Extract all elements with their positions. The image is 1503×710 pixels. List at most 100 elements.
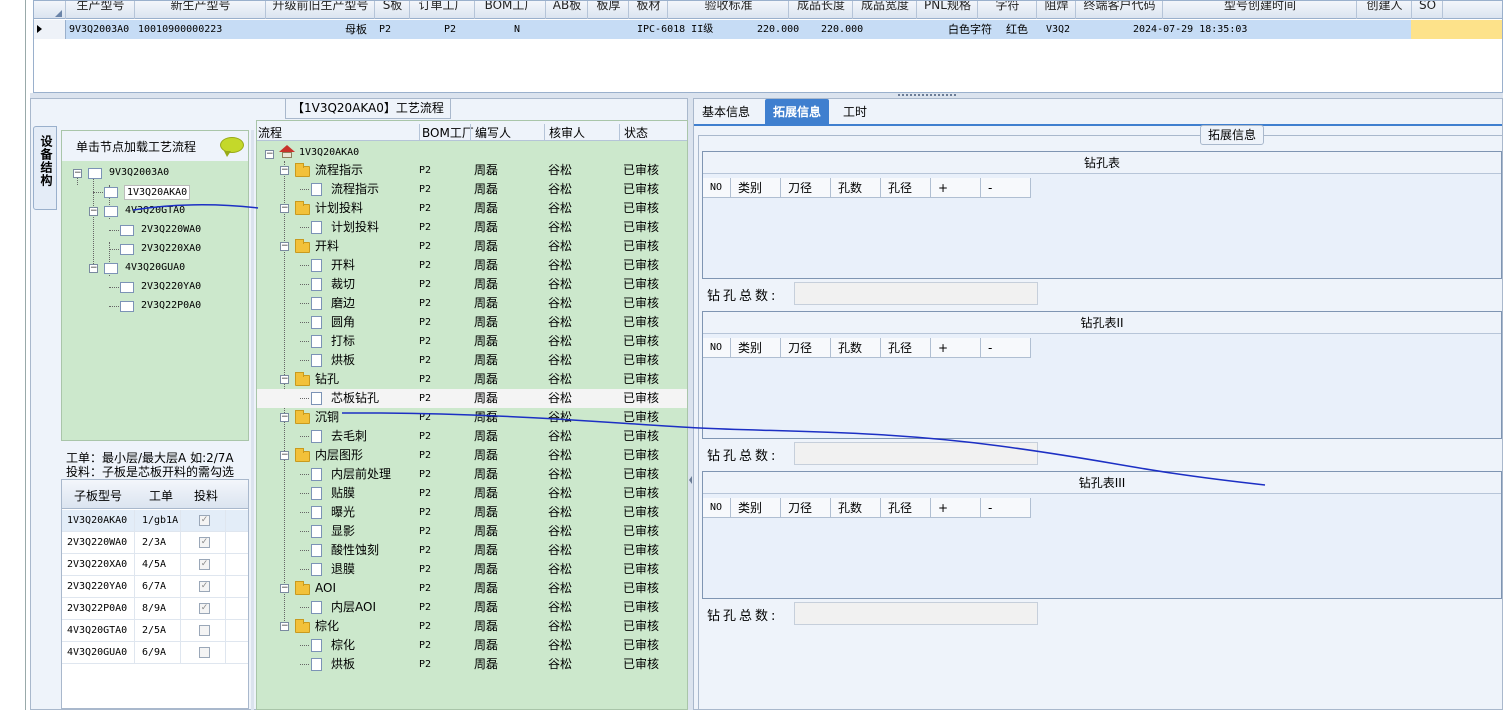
flow-reviewer[interactable]: 谷松: [548, 161, 572, 180]
flow-writer[interactable]: 周磊: [474, 522, 498, 541]
flow-step-name[interactable]: 退膜: [331, 560, 355, 579]
flow-status[interactable]: 已审核: [623, 313, 659, 332]
table-row[interactable]: 2V3Q220YA0 6/7A ✓: [62, 576, 248, 598]
flow-reviewer[interactable]: 谷松: [548, 199, 572, 218]
flow-step-row[interactable]: 内层前处理 P2 周磊 谷松 已审核: [257, 465, 687, 484]
cell-character[interactable]: 白色字符: [948, 20, 992, 39]
feed-checkbox[interactable]: ✓: [199, 581, 210, 592]
flow-reviewer[interactable]: 谷松: [548, 522, 572, 541]
flow-step-row[interactable]: 圆角 P2 周磊 谷松 已审核: [257, 313, 687, 332]
flow-writer[interactable]: 周磊: [474, 199, 498, 218]
tree-expander[interactable]: −: [280, 204, 289, 213]
flow-writer[interactable]: 周磊: [474, 161, 498, 180]
flow-step-row[interactable]: 开料 P2 周磊 谷松 已审核: [257, 256, 687, 275]
flow-reviewer[interactable]: 谷松: [548, 218, 572, 237]
flow-step-name[interactable]: 圆角: [331, 313, 355, 332]
vertical-tab-structure[interactable]: 设备结构: [33, 126, 57, 210]
cell-sub-model[interactable]: 4V3Q20GTA0: [67, 620, 127, 642]
flow-factory[interactable]: P2: [419, 541, 431, 560]
flow-group-row[interactable]: − 流程指示 P2 周磊 谷松 已审核: [257, 161, 687, 180]
cell-sub-model[interactable]: 2V3Q220WA0: [67, 532, 127, 554]
flow-step-name[interactable]: 芯板钻孔: [331, 389, 379, 408]
drill-col-header[interactable]: 孔径: [881, 498, 931, 518]
cell-created-time[interactable]: 2024-07-29 18:35:03: [1133, 20, 1247, 39]
cell-model[interactable]: 9V3Q2003A0: [69, 20, 129, 39]
flow-writer[interactable]: 周磊: [474, 351, 498, 370]
flow-status[interactable]: 已审核: [623, 427, 659, 446]
flow-step-row[interactable]: 计划投料 P2 周磊 谷松 已审核: [257, 218, 687, 237]
flow-writer[interactable]: 周磊: [474, 237, 498, 256]
tab-basic-info[interactable]: 基本信息: [694, 99, 758, 125]
flow-factory[interactable]: P2: [419, 617, 431, 636]
flow-status[interactable]: 已审核: [623, 579, 659, 598]
tree-expander[interactable]: −: [265, 150, 274, 159]
flow-factory[interactable]: P2: [419, 579, 431, 598]
drill-col-header[interactable]: 刀径: [781, 498, 831, 518]
drill-col-header[interactable]: NO: [703, 178, 731, 198]
tree-expander[interactable]: −: [89, 207, 98, 216]
flow-reviewer[interactable]: 谷松: [548, 294, 572, 313]
cell-bom-factory[interactable]: P2: [444, 20, 456, 39]
flow-step-name[interactable]: AOI: [315, 579, 336, 598]
col-feed[interactable]: 投料: [194, 487, 218, 504]
flow-factory[interactable]: P2: [419, 598, 431, 617]
tree-node[interactable]: 2V3Q220WA0: [141, 224, 201, 235]
flow-status[interactable]: 已审核: [623, 351, 659, 370]
col-flow-reviewer[interactable]: 核审人: [544, 124, 585, 141]
flow-step-row[interactable]: 打标 P2 周磊 谷松 已审核: [257, 332, 687, 351]
col-customer-code[interactable]: 终端客户代码: [1077, 1, 1163, 19]
col-flow-writer[interactable]: 编写人: [470, 124, 511, 141]
flow-status[interactable]: 已审核: [623, 180, 659, 199]
flow-status[interactable]: 已审核: [623, 199, 659, 218]
flow-writer[interactable]: 周磊: [474, 256, 498, 275]
flow-reviewer[interactable]: 谷松: [548, 180, 572, 199]
flow-group-row[interactable]: − 开料 P2 周磊 谷松 已审核: [257, 237, 687, 256]
flow-reviewer[interactable]: 谷松: [548, 275, 572, 294]
tree-expander[interactable]: −: [280, 242, 289, 251]
flow-factory[interactable]: P2: [419, 294, 431, 313]
col-new-model[interactable]: 新生产型号: [136, 1, 266, 19]
col-standard[interactable]: 验收标准: [669, 1, 789, 19]
flow-step-name[interactable]: 打标: [331, 332, 355, 351]
col-model[interactable]: 生产型号: [67, 1, 135, 19]
col-work-order[interactable]: 工单: [149, 487, 173, 504]
feed-checkbox[interactable]: ✓: [199, 559, 210, 570]
tab-extended-info[interactable]: 拓展信息: [765, 99, 830, 125]
flow-writer[interactable]: 周磊: [474, 484, 498, 503]
flow-reviewer[interactable]: 谷松: [548, 370, 572, 389]
drill-col-header[interactable]: NO: [703, 338, 731, 358]
cell-board-type[interactable]: 母板: [345, 20, 367, 39]
drill-col-header[interactable]: 类别: [731, 338, 781, 358]
flow-status[interactable]: 已审核: [623, 446, 659, 465]
flow-factory[interactable]: P2: [419, 446, 431, 465]
flow-group-row[interactable]: − 内层图形 P2 周磊 谷松 已审核: [257, 446, 687, 465]
flow-step-name[interactable]: 棕化: [331, 636, 355, 655]
feed-checkbox[interactable]: [199, 625, 210, 636]
flow-reviewer[interactable]: 谷松: [548, 237, 572, 256]
drill-col-header[interactable]: +: [931, 498, 981, 518]
flow-factory[interactable]: P2: [419, 313, 431, 332]
flow-step-row[interactable]: 去毛刺 P2 周磊 谷松 已审核: [257, 427, 687, 446]
tree-node-selected[interactable]: 1V3Q20AKA0: [124, 185, 191, 200]
flow-writer[interactable]: 周磊: [474, 218, 498, 237]
drill-col-header[interactable]: -: [981, 498, 1031, 518]
cell-work-order[interactable]: 6/9A: [142, 642, 166, 664]
flow-step-row[interactable]: 退膜 P2 周磊 谷松 已审核: [257, 560, 687, 579]
tree-node[interactable]: 2V3Q220YA0: [141, 281, 201, 292]
table-row[interactable]: 2V3Q220XA0 4/5A ✓: [62, 554, 248, 576]
table-row[interactable]: 2V3Q220WA0 2/3A ✓: [62, 532, 248, 554]
cell-width[interactable]: 220.000: [821, 20, 863, 39]
tree-node[interactable]: 2V3Q22P0A0: [141, 300, 201, 311]
flow-reviewer[interactable]: 谷松: [548, 332, 572, 351]
drill-col-header[interactable]: NO: [703, 498, 731, 518]
flow-step-name[interactable]: 烘板: [331, 351, 355, 370]
cell-sub-model[interactable]: 2V3Q22P0A0: [67, 598, 127, 620]
flow-reviewer[interactable]: 谷松: [548, 389, 572, 408]
cell-solder-mask[interactable]: 红色: [1006, 20, 1028, 39]
col-length[interactable]: 成品长度: [790, 1, 853, 19]
cell-work-order[interactable]: 8/9A: [142, 598, 166, 620]
col-pnl[interactable]: PNL规格: [918, 1, 978, 19]
col-flow[interactable]: 流程: [258, 124, 282, 141]
col-flow-status[interactable]: 状态: [619, 124, 648, 141]
col-sub-model[interactable]: 子板型号: [74, 487, 122, 504]
